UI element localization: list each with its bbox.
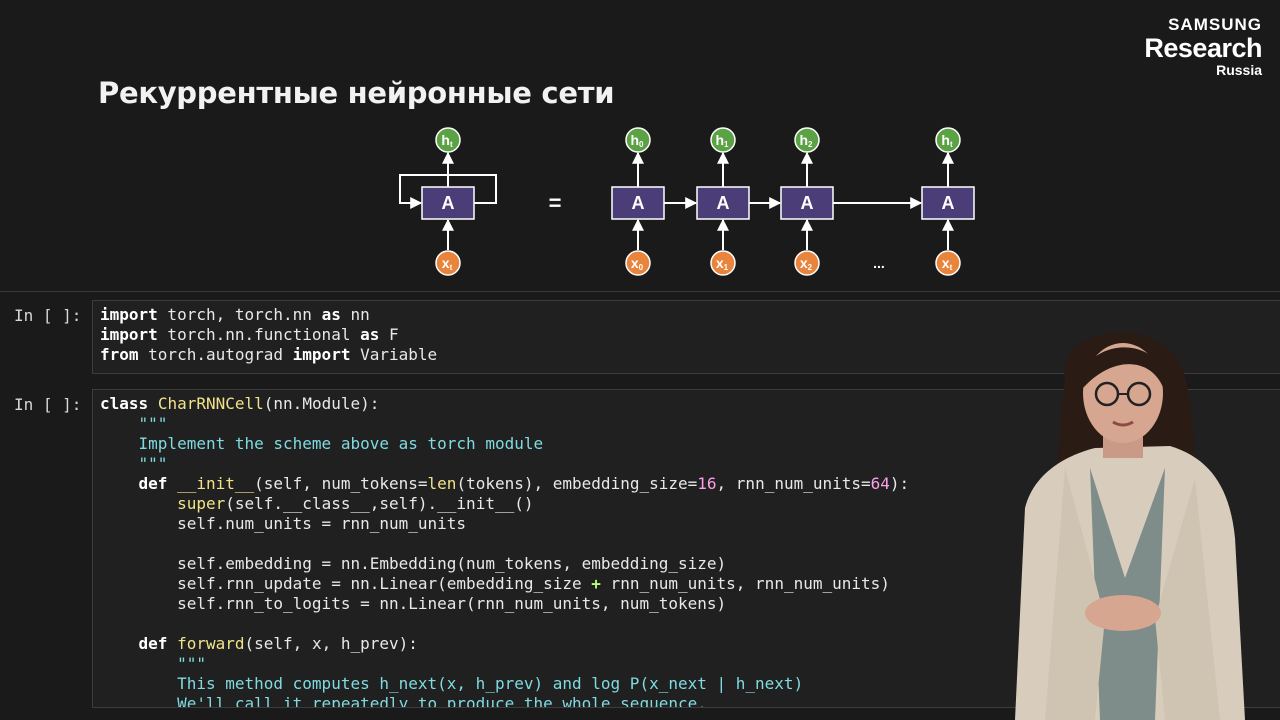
code-token: self.rnn_to_logits = nn.Linear(rnn_num_u… [100, 594, 727, 613]
code-token: torch.autograd [138, 345, 293, 364]
code-token: This method computes h_next(x, h_prev) a… [100, 674, 804, 693]
unrolled-cell-1-label: A [717, 193, 730, 213]
code-token: forward [177, 634, 245, 653]
code-token: + [591, 574, 601, 593]
code-token: from [100, 345, 139, 364]
code-token: self.embedding = nn.Embedding(num_tokens… [100, 554, 727, 573]
equals-sign: = [549, 191, 562, 216]
code-token: ): [889, 474, 910, 493]
brand-research: Research [1144, 33, 1262, 63]
code-token: (self.__class__,self).__init__() [225, 494, 534, 513]
code-token: (self, num_tokens= [254, 474, 428, 493]
code-token: (tokens), embedding_size= [456, 474, 698, 493]
code-token: len [427, 474, 457, 493]
code-token: , rnn_num_units= [716, 474, 871, 493]
code-token: (nn.Module): [263, 394, 380, 413]
ellipsis: ... [873, 255, 885, 271]
brand-samsung: SAMSUNG [1168, 15, 1262, 34]
presenter-video [1015, 332, 1245, 720]
code-token: """ [100, 654, 206, 673]
code-token: CharRNNCell [157, 394, 264, 413]
unrolled-cell-2-label: A [801, 193, 814, 213]
code-token: import [100, 325, 158, 344]
code-token: torch, torch.nn [157, 305, 322, 324]
cell-prompt: In [ ]: [14, 306, 82, 325]
slide-title: Рекуррентные нейронные сети [98, 76, 615, 110]
brand-russia: Russia [1216, 62, 1262, 78]
cell-prompt: In [ ]: [14, 395, 82, 414]
code-token: F [379, 325, 399, 344]
brand-logo: SAMSUNG Research Russia [1144, 16, 1262, 77]
code-token: class [100, 394, 149, 413]
code-token: Variable [350, 345, 438, 364]
code-token: def [138, 474, 168, 493]
code-token: We'll call it repeatedly to produce the … [100, 694, 707, 708]
code-token: self.num_units = rnn_num_units [100, 514, 467, 533]
code-token: """ [100, 454, 168, 473]
rnn-diagram: Ahtxt= Ah0x0Ah1x1Ah2x2Ahtxt... [399, 127, 975, 276]
code-token: rnn_num_units, rnn_num_units) [600, 574, 890, 593]
code-token: as [360, 325, 380, 344]
code-token: self.rnn_update = nn.Linear(embedding_si… [100, 574, 592, 593]
unrolled-cell-3-label: A [942, 193, 955, 213]
code-token: Implement the scheme above as torch modu… [100, 434, 544, 453]
code-token: 64 [870, 474, 890, 493]
unrolled-cell-0-label: A [632, 193, 645, 213]
code-token: import [292, 345, 351, 364]
rolled-cell-label: A [442, 193, 455, 213]
code-token: __init__ [177, 474, 255, 493]
code-token: 16 [697, 474, 717, 493]
code-token: torch.nn.functional [157, 325, 361, 344]
code-token: def [138, 634, 168, 653]
code-token: import [100, 305, 158, 324]
code-token: as [321, 305, 341, 324]
code-token: nn [340, 305, 370, 324]
code-token: super [177, 494, 226, 513]
code-token: """ [100, 414, 168, 433]
code-token: (self, x, h_prev): [244, 634, 418, 653]
